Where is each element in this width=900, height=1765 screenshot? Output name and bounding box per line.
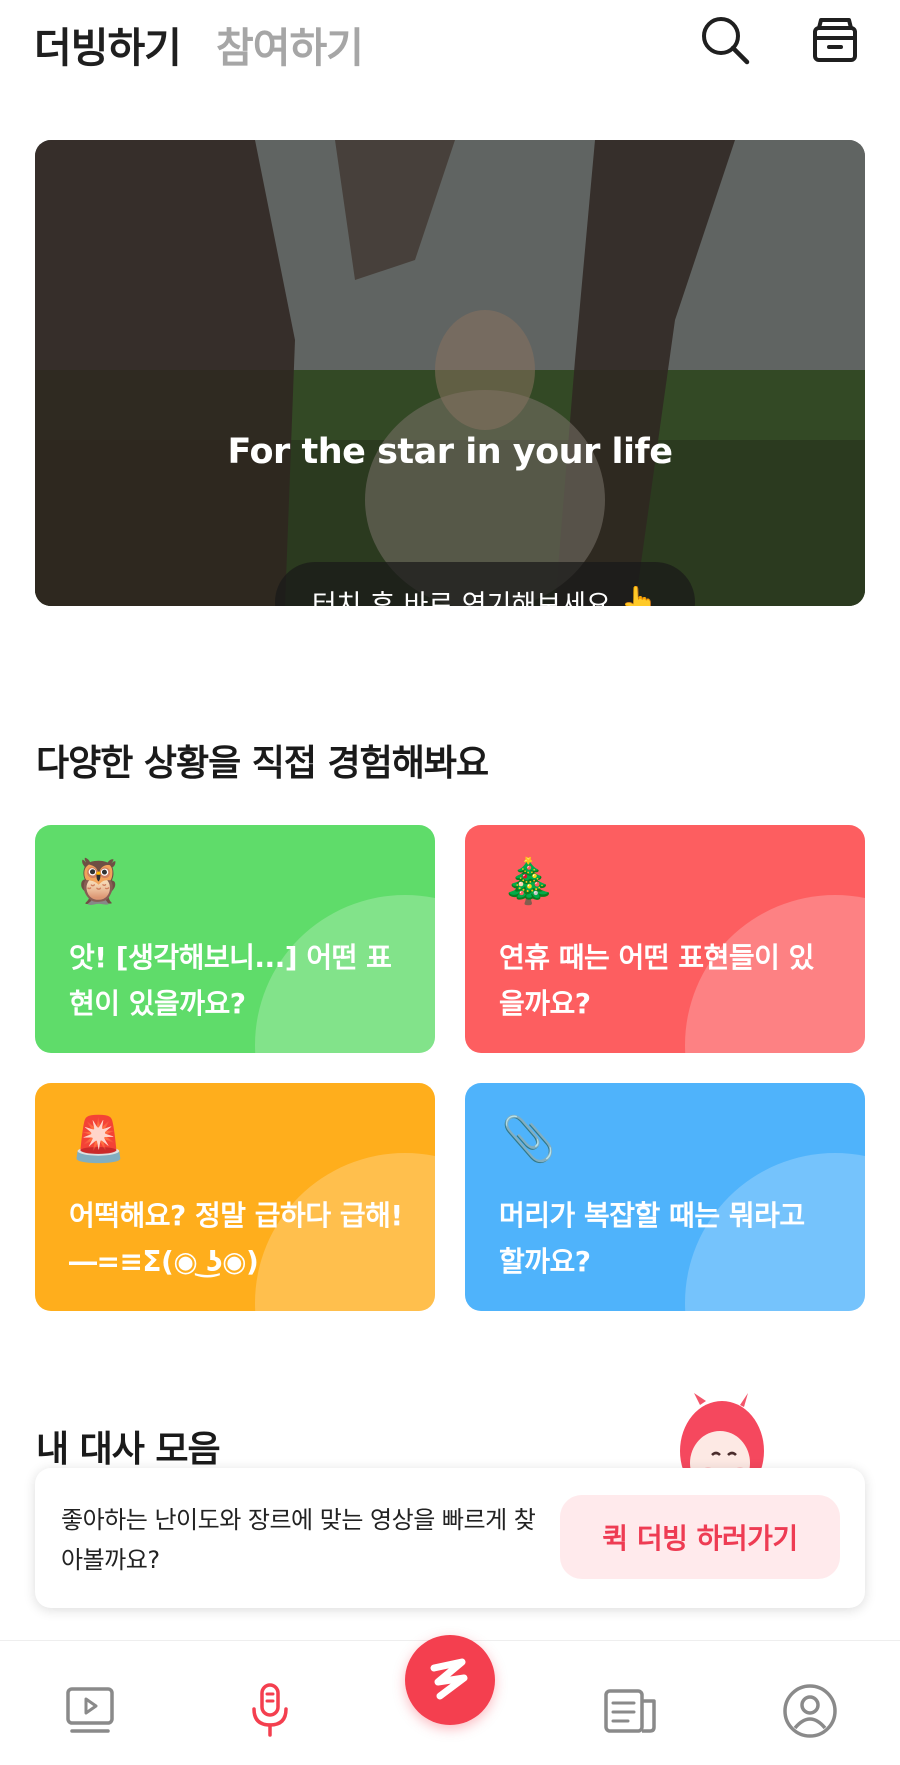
christmas-tree-icon: 🎄	[501, 856, 556, 907]
situations-section-title: 다양한 상황을 직접 경험해봐요	[36, 743, 489, 784]
owl-icon: 🦉	[71, 856, 126, 907]
banner-text: 좋아하는 난이도와 장르에 맞는 영상을 빠르게 찾아볼까요?	[61, 1506, 536, 1574]
touch-to-act-pill[interactable]: 터치 후 바로 연기해보세요 👆	[275, 562, 695, 606]
my-lines-section-title: 내 대사 모음	[36, 1429, 221, 1470]
situation-card-text: 머리가 복잡할 때는 뭐라고 할까요?	[499, 1199, 805, 1278]
situation-card-holiday[interactable]: 🎄 연휴 때는 어떤 표현들이 있을까요?	[465, 825, 865, 1053]
tab-join[interactable]: 참여하기	[216, 14, 364, 74]
quick-dubbing-banner: 좋아하는 난이도와 장르에 맞는 영상을 빠르게 찾아볼까요? 퀵 더빙 하러가…	[35, 1468, 865, 1608]
dubbing-fab-icon[interactable]	[405, 1635, 495, 1725]
situation-card-thinking[interactable]: 🦉 앗! [생각해보니...] 어떤 표현이 있을까요?	[35, 825, 435, 1053]
paperclip-icon: 📎	[501, 1114, 556, 1165]
news-icon[interactable]	[600, 1681, 660, 1741]
hero-background-image	[35, 140, 865, 606]
profile-icon[interactable]	[780, 1681, 840, 1741]
hero-banner[interactable]: For the star in your life 터치 후 바로 연기해보세요…	[35, 140, 865, 606]
pointing-hand-icon: 👆	[620, 584, 659, 607]
hero-title: For the star in your life	[227, 432, 673, 472]
tab-dubbing[interactable]: 더빙하기	[34, 14, 182, 74]
archive-box-icon[interactable]	[805, 10, 865, 70]
hero-pill-text: 터치 후 바로 연기해보세요	[311, 589, 611, 607]
situation-card-text: 연휴 때는 어떤 표현들이 있을까요?	[499, 941, 814, 1020]
situation-card-text: 앗! [생각해보니...] 어떤 표현이 있을까요?	[69, 941, 392, 1020]
situation-card-urgent[interactable]: 🚨 어떡해요? 정말 급하다 급해! ―=≡Σ(◉ ͜ʖ◉)	[35, 1083, 435, 1311]
situation-card-complicated[interactable]: 📎 머리가 복잡할 때는 뭐라고 할까요?	[465, 1083, 865, 1311]
top-header: 더빙하기 참여하기	[0, 0, 900, 90]
search-icon[interactable]	[695, 10, 755, 70]
video-icon[interactable]	[60, 1681, 120, 1741]
microphone-icon[interactable]	[240, 1681, 300, 1741]
quick-dubbing-button[interactable]: 퀵 더빙 하러가기	[560, 1495, 840, 1579]
situation-card-text: 어떡해요? 정말 급하다 급해! ―=≡Σ(◉ ͜ʖ◉)	[69, 1199, 403, 1278]
siren-icon: 🚨	[71, 1114, 126, 1165]
